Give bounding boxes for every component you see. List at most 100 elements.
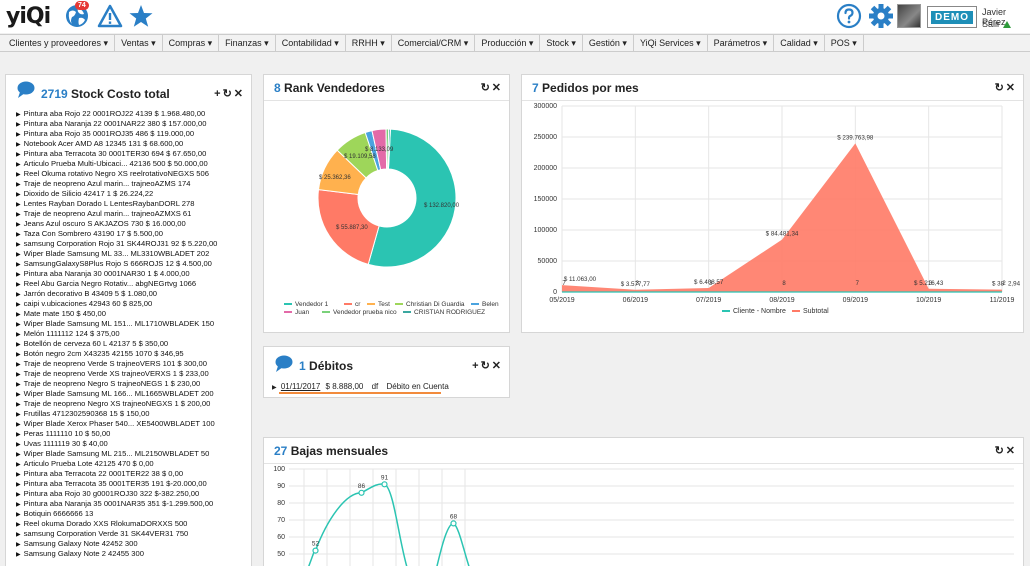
expand-icon[interactable]: ▶ (16, 352, 21, 358)
expand-icon[interactable]: ▶ (16, 382, 21, 388)
list-item[interactable]: ▶ Notebook Acer AMD A8 12345 131 $ 68.600… (16, 139, 246, 149)
menu-item-6[interactable]: Comercial/CRM ▾ (392, 35, 476, 51)
expand-icon[interactable]: ▶ (16, 522, 21, 528)
line-point[interactable] (381, 481, 388, 488)
list-item[interactable]: ▶ Traje de neopreno Negro XS trajneoNEGXS… (16, 399, 246, 409)
expand-icon[interactable]: ▶ (16, 552, 21, 558)
avatar[interactable] (897, 4, 921, 28)
list-item[interactable]: ▶ SamsungGalaxyS8Plus Rojo S 666ROJS 12 $… (16, 259, 246, 269)
expand-icon[interactable]: ▶ (16, 472, 21, 478)
list-item[interactable]: ▶ Wiper Blade Xerox Phaser 540... XE5400W… (16, 419, 246, 429)
line-point[interactable] (450, 520, 457, 527)
menu-item-0[interactable]: Clientes y proveedores ▾ (3, 35, 116, 51)
expand-icon[interactable]: ▶ (16, 322, 21, 328)
list-item[interactable]: ▶ Peras 1111110 10 $ 50,00 (16, 429, 246, 439)
menu-item-11[interactable]: Parámetros ▾ (708, 35, 775, 51)
list-item[interactable]: ▶ Traje de neopreno Verde XS trajneoVERXS… (16, 369, 246, 379)
list-item[interactable]: ▶ Pintura aba Rojo 30 g0001ROJ30 322 $-38… (16, 489, 246, 499)
expand-icon[interactable]: ▶ (16, 112, 21, 118)
help-icon[interactable] (836, 3, 862, 29)
expand-icon[interactable]: ▶ (272, 385, 277, 391)
expand-icon[interactable]: ▶ (16, 492, 21, 498)
expand-icon[interactable]: ▶ (16, 162, 21, 168)
expand-icon[interactable]: ▶ (16, 442, 21, 448)
expand-icon[interactable]: ▶ (16, 542, 21, 548)
expand-icon[interactable]: ▶ (16, 252, 21, 258)
expand-icon[interactable]: ▶ (16, 182, 21, 188)
expand-icon[interactable]: ▶ (16, 452, 21, 458)
line-point[interactable] (312, 547, 319, 554)
list-item[interactable]: ▶ Traje de neopreno Azul marin... trajneo… (16, 179, 246, 189)
list-item[interactable]: ▶ Melón 1111112 124 $ 375,00 (16, 329, 246, 339)
list-item[interactable]: ▶ Reel Okuma rotativo Negro XS reelrotati… (16, 169, 246, 179)
menu-item-7[interactable]: Producción ▾ (475, 35, 541, 51)
list-item[interactable]: ▶ Jeans Azul oscuro S AKJAZOS 730 $ 16.00… (16, 219, 246, 229)
list-item[interactable]: ▶ Taza Con Sombrero 43190 17 $ 5.500,00 (16, 229, 246, 239)
expand-icon[interactable]: ▶ (16, 372, 21, 378)
expand-icon[interactable]: ▶ (16, 272, 21, 278)
add-icon[interactable]: + (472, 360, 480, 372)
list-item[interactable]: ▶ Traje de neopreno Azul marin... trajneo… (16, 209, 246, 219)
expand-icon[interactable]: ▶ (16, 192, 21, 198)
refresh-icon[interactable]: ↻ (995, 445, 1006, 457)
expand-icon[interactable]: ▶ (16, 212, 21, 218)
expand-icon[interactable]: ▶ (16, 142, 21, 148)
expand-icon[interactable]: ▶ (16, 132, 21, 138)
expand-icon[interactable]: ▶ (16, 152, 21, 158)
list-item[interactable]: ▶ Pintura aba Naranja 30 0001NAR30 1 $ 4.… (16, 269, 246, 279)
legend-item[interactable]: cr (344, 301, 361, 308)
expand-icon[interactable]: ▶ (16, 282, 21, 288)
legend-item[interactable]: Vendedor 1 (284, 301, 329, 308)
debito-row[interactable]: ▶ 01/11/2017 $ 8.888,00 df Débito en Cue… (272, 382, 449, 391)
close-icon[interactable]: ✕ (492, 360, 503, 372)
menu-item-9[interactable]: Gestión ▾ (583, 35, 634, 51)
menu-item-1[interactable]: Ventas ▾ (115, 35, 163, 51)
list-item[interactable]: ▶ Lentes Rayban Dorado L LentesRaybanDORL… (16, 199, 246, 209)
menu-item-4[interactable]: Contabilidad ▾ (276, 35, 346, 51)
list-item[interactable]: ▶ Samsung Galaxy Note 2 42455 300 (16, 549, 246, 559)
expand-icon[interactable]: ▶ (16, 232, 21, 238)
list-item[interactable]: ▶ Pintura aba Naranja 35 0001NAR35 351 $-… (16, 499, 246, 509)
menu-item-2[interactable]: Compras ▾ (163, 35, 220, 51)
menu-item-8[interactable]: Stock ▾ (540, 35, 583, 51)
refresh-icon[interactable]: ↻ (995, 82, 1006, 94)
list-item[interactable]: ▶ Traje de neopreno Negro S trajneoNEGS 1… (16, 379, 246, 389)
expand-icon[interactable]: ▶ (16, 512, 21, 518)
close-icon[interactable]: ✕ (1006, 445, 1017, 457)
list-item[interactable]: ▶ Uvas 1111119 30 $ 40,00 (16, 439, 246, 449)
menu-item-12[interactable]: Calidad ▾ (774, 35, 825, 51)
refresh-icon[interactable]: ↻ (481, 82, 492, 94)
app-logo[interactable]: yiQi (6, 4, 51, 29)
list-item[interactable]: ▶ Pintura aba Terracota 30 0001TER30 694 … (16, 149, 246, 159)
menu-item-10[interactable]: YiQi Services ▾ (634, 35, 708, 51)
list-item[interactable]: ▶ samsung Corporation Verde 31 SK44VER31 … (16, 529, 246, 539)
list-item[interactable]: ▶ Wiper Blade Samsung ML 151... ML1710WBL… (16, 319, 246, 329)
list-item[interactable]: ▶ Traje de neopreno Verde S trajneoVERS 1… (16, 359, 246, 369)
list-item[interactable]: ▶ Reel okuma Dorado XXS RlokumaDORXXS 500 (16, 519, 246, 529)
list-item[interactable]: ▶ Frutillas 4712302590368 15 $ 150,00 (16, 409, 246, 419)
expand-icon[interactable]: ▶ (16, 302, 21, 308)
expand-icon[interactable]: ▶ (16, 482, 21, 488)
close-icon[interactable]: ✕ (234, 88, 245, 100)
list-item[interactable]: ▶ samsung Corporation Rojo 31 SK44ROJ31 9… (16, 239, 246, 249)
expand-icon[interactable]: ▶ (16, 392, 21, 398)
legend-item[interactable]: Belen (471, 301, 499, 308)
expand-icon[interactable]: ▶ (16, 362, 21, 368)
close-icon[interactable]: ✕ (492, 82, 503, 94)
menu-item-3[interactable]: Finanzas ▾ (219, 35, 276, 51)
warning-icon[interactable] (97, 3, 123, 29)
list-item[interactable]: ▶ Pintura aba Naranja 22 0001NAR22 380 $ … (16, 119, 246, 129)
list-item[interactable]: ▶ Wiper Blade Samsung ML 166... ML1665WBL… (16, 389, 246, 399)
legend-item[interactable]: Cliente - Nombre (722, 308, 786, 315)
expand-icon[interactable]: ▶ (16, 402, 21, 408)
list-item[interactable]: ▶ Pintura aba Terracota 22 0001TER22 38 $… (16, 469, 246, 479)
expand-icon[interactable]: ▶ (16, 262, 21, 268)
expand-icon[interactable]: ▶ (16, 172, 21, 178)
legend-item[interactable]: Christian Di Guardia (395, 301, 465, 308)
star-icon[interactable] (128, 3, 154, 29)
close-icon[interactable]: ✕ (1006, 82, 1017, 94)
legend-item[interactable]: Vendedor prueba nico (322, 309, 397, 316)
list-item[interactable]: ▶ Pintura aba Rojo 22 0001ROJ22 4139 $ 1.… (16, 109, 246, 119)
menu-item-13[interactable]: POS ▾ (825, 35, 864, 51)
expand-icon[interactable]: ▶ (16, 342, 21, 348)
